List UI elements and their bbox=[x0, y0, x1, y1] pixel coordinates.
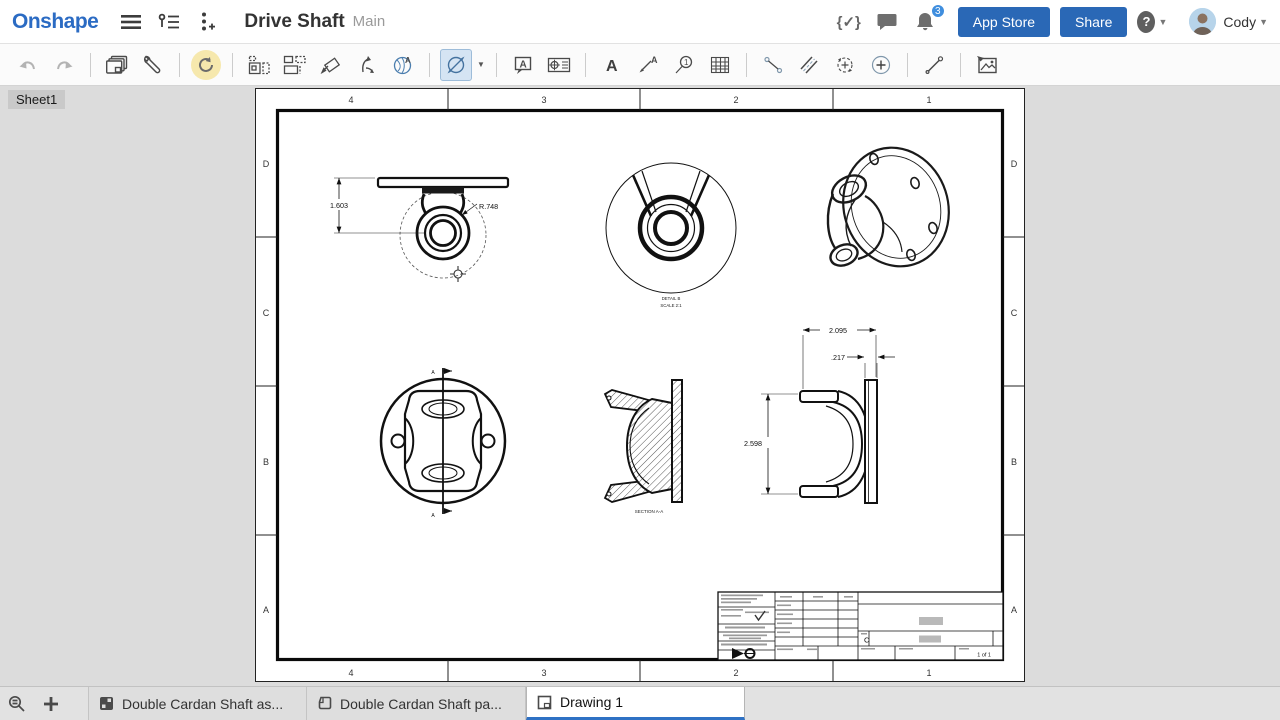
section-label: SECTION A-A bbox=[635, 509, 664, 514]
tab-drawing[interactable]: Drawing 1 bbox=[526, 687, 745, 720]
geometric-tolerance-icon[interactable] bbox=[543, 49, 575, 81]
svg-text:4: 4 bbox=[348, 95, 353, 105]
svg-text:A: A bbox=[520, 59, 527, 70]
title-highlight bbox=[919, 617, 943, 625]
svg-text:1: 1 bbox=[926, 95, 931, 105]
drawing-canvas[interactable]: Sheet1 4 3 2 1 4 3 bbox=[0, 86, 1280, 686]
share-button[interactable]: Share bbox=[1060, 7, 1127, 37]
versions-history-icon[interactable] bbox=[154, 7, 184, 37]
dimension-tool-button[interactable] bbox=[440, 49, 472, 81]
search-tabs-icon[interactable] bbox=[0, 687, 34, 720]
tab-label: Double Cardan Shaft as... bbox=[122, 696, 283, 712]
svg-text:A: A bbox=[1011, 605, 1017, 615]
sheet-tab-chip[interactable]: Sheet1 bbox=[8, 90, 65, 109]
properties-wrench-icon[interactable] bbox=[137, 49, 169, 81]
centerline-icon[interactable] bbox=[757, 49, 789, 81]
svg-text:C: C bbox=[263, 308, 270, 318]
svg-text:3: 3 bbox=[541, 95, 546, 105]
svg-text:SCALE 2:1: SCALE 2:1 bbox=[660, 303, 682, 308]
svg-text:R.748: R.748 bbox=[479, 202, 498, 211]
document-title: Drive Shaft bbox=[244, 11, 344, 33]
workspace-name[interactable]: Main bbox=[353, 13, 386, 30]
auxiliary-view-icon[interactable] bbox=[315, 49, 347, 81]
drawing-icon bbox=[537, 695, 552, 710]
tab-label: Double Cardan Shaft pa... bbox=[340, 696, 502, 712]
svg-text:B: B bbox=[263, 457, 269, 467]
svg-text:1: 1 bbox=[926, 668, 931, 678]
balloon-icon[interactable]: 1 bbox=[668, 49, 700, 81]
undo-icon[interactable] bbox=[12, 49, 44, 81]
svg-text:1.603: 1.603 bbox=[330, 201, 348, 210]
svg-text:1: 1 bbox=[684, 58, 689, 67]
projected-view-icon[interactable] bbox=[279, 49, 311, 81]
partstudio-icon bbox=[317, 696, 332, 711]
dwg-no-highlight bbox=[919, 636, 941, 643]
svg-text:2.598: 2.598 bbox=[744, 439, 762, 448]
title-block-sheet: 1 of 1 bbox=[977, 653, 991, 659]
insert-view-icon[interactable] bbox=[243, 49, 275, 81]
onshape-logo[interactable]: Onshape bbox=[12, 10, 98, 34]
help-icon: ? bbox=[1137, 11, 1155, 33]
redo-icon[interactable] bbox=[48, 49, 80, 81]
svg-text:D: D bbox=[263, 159, 270, 169]
move-view-icon[interactable] bbox=[351, 49, 383, 81]
svg-text:D: D bbox=[1011, 159, 1018, 169]
assembly-icon bbox=[99, 696, 114, 711]
table-icon[interactable] bbox=[704, 49, 736, 81]
svg-text:C: C bbox=[1011, 308, 1018, 318]
app-store-button[interactable]: App Store bbox=[958, 7, 1050, 37]
svg-text:2: 2 bbox=[733, 668, 738, 678]
svg-text:A: A bbox=[405, 56, 411, 65]
comments-icon[interactable] bbox=[872, 7, 902, 37]
featurescript-icon[interactable]: {✓} bbox=[834, 7, 864, 37]
drawing-toolbar: A ▼ A A A 1 bbox=[0, 44, 1280, 86]
center-mark-icon[interactable] bbox=[829, 49, 861, 81]
sheet-properties-icon[interactable] bbox=[101, 49, 133, 81]
help-menu[interactable]: ?▼ bbox=[1137, 7, 1167, 37]
callout-icon[interactable]: A bbox=[632, 49, 664, 81]
svg-text:DETAIL B: DETAIL B bbox=[662, 296, 681, 301]
chevron-down-icon: ▼ bbox=[1259, 17, 1268, 27]
app-header: Onshape Drive Shaft Main {✓} 3 App Store… bbox=[0, 0, 1280, 44]
image-icon[interactable] bbox=[971, 49, 1003, 81]
tab-label: Drawing 1 bbox=[560, 694, 623, 710]
notifications-icon[interactable]: 3 bbox=[910, 7, 940, 37]
text-icon[interactable]: A bbox=[596, 49, 628, 81]
chevron-down-icon: ▼ bbox=[1158, 17, 1167, 27]
user-name[interactable]: Cody bbox=[1223, 14, 1256, 30]
circle-center-mark-icon[interactable] bbox=[865, 49, 897, 81]
note-icon[interactable]: A bbox=[507, 49, 539, 81]
tab-partstudio[interactable]: Double Cardan Shaft pa... bbox=[307, 687, 526, 720]
main-menu-icon[interactable] bbox=[116, 7, 146, 37]
svg-text:4: 4 bbox=[348, 668, 353, 678]
svg-text:B: B bbox=[1011, 457, 1017, 467]
drawing-sheet[interactable]: 4 3 2 1 4 3 2 1 D C B A D C B A bbox=[255, 88, 1025, 684]
centerline-between-lines-icon[interactable] bbox=[793, 49, 825, 81]
title-block[interactable]: C 1 of 1 bbox=[718, 592, 1003, 660]
svg-text:2: 2 bbox=[733, 95, 738, 105]
svg-text:A: A bbox=[263, 605, 269, 615]
update-highlight bbox=[191, 50, 221, 80]
update-views-icon[interactable] bbox=[190, 49, 222, 81]
title-block-size: C bbox=[864, 636, 870, 645]
svg-text:3: 3 bbox=[541, 668, 546, 678]
svg-text:A: A bbox=[606, 58, 618, 74]
line-icon[interactable] bbox=[918, 49, 950, 81]
svg-text:.217: .217 bbox=[831, 353, 845, 362]
avatar[interactable] bbox=[1189, 8, 1216, 35]
svg-text:A: A bbox=[651, 56, 658, 65]
named-views-icon[interactable]: A bbox=[387, 49, 419, 81]
tab-assembly[interactable]: Double Cardan Shaft as... bbox=[88, 687, 307, 720]
dimension-dropdown-caret[interactable]: ▼ bbox=[474, 49, 488, 81]
notification-badge: 3 bbox=[930, 3, 946, 19]
create-version-icon[interactable] bbox=[192, 7, 222, 37]
svg-text:2.095: 2.095 bbox=[829, 326, 847, 335]
document-tab-bar: Double Cardan Shaft as... Double Cardan … bbox=[0, 686, 1280, 720]
add-tab-icon[interactable] bbox=[34, 687, 68, 720]
